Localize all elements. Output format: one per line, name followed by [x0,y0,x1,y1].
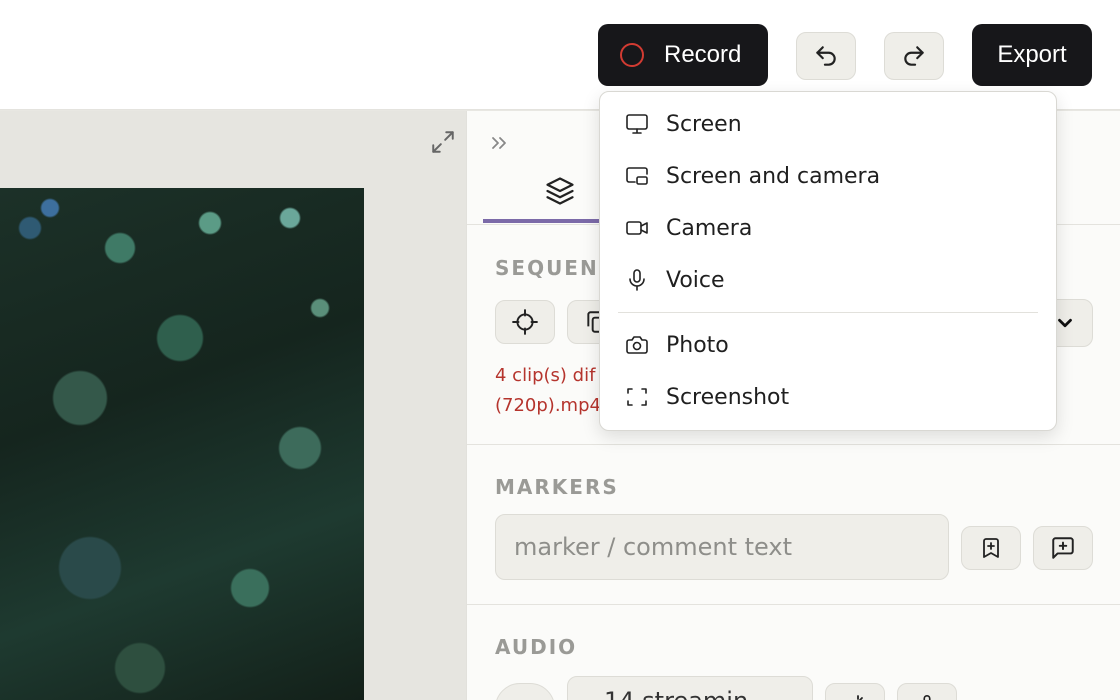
crosshair-button[interactable] [495,300,555,344]
audio-source-select[interactable]: 14 streamin [567,676,813,700]
menu-item-camera[interactable]: Camera [600,202,1056,254]
menu-separator [618,312,1038,313]
photo-camera-icon [624,332,650,358]
clip-warning-line-1: 4 clip(s) dif [495,365,596,386]
redo-icon [904,46,924,66]
record-dropdown-menu: Screen Screen and camera Camera Voice Ph… [599,91,1057,431]
menu-item-label: Screen [666,111,742,137]
screen-camera-icon [624,163,650,189]
screenshot-frame-icon [624,384,650,410]
add-comment-button[interactable] [1033,526,1093,570]
menu-item-screenshot[interactable]: Screenshot [600,371,1056,423]
mic-button[interactable] [897,683,957,700]
double-chevron-right-icon [492,137,506,149]
microphone-icon [624,267,650,293]
menu-item-screen-and-camera[interactable]: Screen and camera [600,150,1056,202]
clip-warning-line-2: (720p).mp4 [495,395,601,416]
message-plus-icon [1052,537,1074,559]
menu-item-voice[interactable]: Voice [600,254,1056,306]
video-preview-area [0,111,466,700]
menu-item-photo[interactable]: Photo [600,319,1056,371]
collapse-panel-button[interactable] [487,131,511,155]
undo-button[interactable] [796,32,856,80]
magic-button[interactable] [825,683,885,700]
marker-comment-input[interactable] [495,514,949,580]
crosshair-icon [512,309,538,335]
undo-icon [816,46,836,66]
clip-warning-text: 4 clip(s) dif (720p).mp4 [495,361,601,421]
menu-item-label: Screenshot [666,384,790,410]
menu-item-label: Screen and camera [666,163,881,189]
monitor-icon [624,111,650,137]
expand-icon [432,131,454,153]
sequence-section-label: SEQUENC [495,256,616,280]
menu-item-label: Voice [666,267,725,293]
record-button-label: Record [664,41,742,68]
microphone-icon [923,695,931,700]
redo-button[interactable] [884,32,944,80]
add-bookmark-button[interactable] [961,526,1021,570]
export-button[interactable]: Export [972,24,1092,86]
menu-item-screen[interactable]: Screen [600,98,1056,150]
fullscreen-button[interactable] [430,129,456,155]
video-camera-icon [624,215,650,241]
record-dot-icon [620,43,644,67]
chevron-down-icon [1058,318,1072,328]
audio-section-label: AUDIO [495,635,578,659]
layers-icon [546,177,574,205]
record-button[interactable]: Record [598,24,768,86]
section-divider [467,444,1120,445]
bookmark-plus-icon [983,538,999,558]
video-frame [0,188,364,700]
menu-item-label: Photo [666,332,729,358]
markers-section-label: MARKERS [495,475,619,499]
magic-wand-icon [857,695,863,700]
audio-toggle-button[interactable] [495,683,555,700]
section-divider [467,604,1120,605]
menu-item-label: Camera [666,215,753,241]
